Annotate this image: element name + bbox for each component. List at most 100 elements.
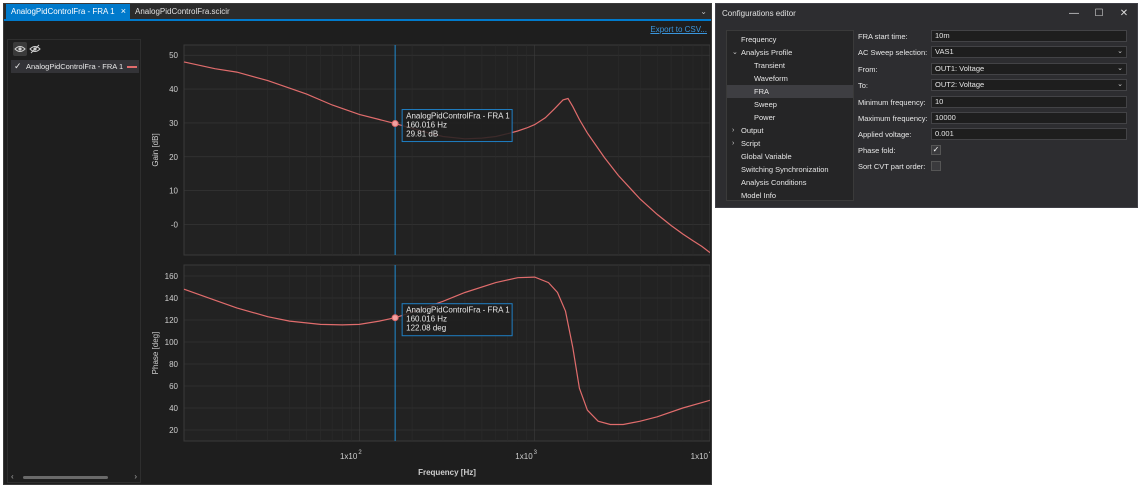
gain-tooltip-x: 160.016 Hz [406,121,447,130]
tab-fra-result[interactable]: AnalogPidControlFra - FRA 1 × [6,4,130,19]
document-tab-bar: AnalogPidControlFra - FRA 1 × AnalogPidC… [4,4,711,21]
tab-circuit-file[interactable]: AnalogPidControlFra.scicir [130,4,235,19]
tree-item-sweep[interactable]: Sweep [727,98,853,111]
gain-ytick-label: 50 [169,51,178,60]
tree-item-label: Output [741,126,764,135]
phase-tooltip-title: AnalogPidControlFra - FRA 1 [406,306,510,315]
tree-item-frequency[interactable]: Frequency [727,33,853,46]
legend-item[interactable]: ✓ AnalogPidControlFra - FRA 1 [11,60,139,73]
gain-plot-area[interactable] [183,44,710,256]
tab-overflow-icon[interactable]: ⌄ [700,4,707,19]
horizontal-scrollbar[interactable]: ‹ › [8,472,140,482]
tree-item-label: FRA [754,87,769,96]
select-value: OUT1: Voltage [935,64,985,73]
tree-item-label: Global Variable [741,152,792,161]
tree-item-waveform[interactable]: Waveform [727,72,853,85]
tree-item-global-variable[interactable]: Global Variable [727,150,853,163]
check-icon[interactable]: ✓ [14,62,23,71]
gain-ytick-label: -0 [171,221,179,230]
tab-label: AnalogPidControlFra - FRA 1 [11,7,115,16]
tree-item-label: Switching Synchronization [741,165,829,174]
tree-item-output[interactable]: › Output [727,124,853,137]
eye-icon[interactable] [13,42,27,56]
phase-fold-label: Phase fold: [858,146,896,155]
tree-item-label: Waveform [754,74,788,83]
phase-xtick-label: 1x10 [515,452,533,461]
select-value: VAS1 [935,47,954,56]
tree-item-power[interactable]: Power [727,111,853,124]
maximize-icon[interactable]: ☐ [1092,7,1106,21]
max-frequency-input[interactable]: 10000 [931,112,1127,124]
phase-ytick-label: 20 [169,426,178,435]
phase-ytick-label: 60 [169,382,178,391]
tree-item-label: Power [754,113,776,122]
tree-item-analysis-conditions[interactable]: Analysis Conditions [727,176,853,189]
tab-label: AnalogPidControlFra.scicir [135,7,230,16]
tree-item-switching-synchronization[interactable]: Switching Synchronization [727,163,853,176]
tree-item-script[interactable]: › Script [727,137,853,150]
chevron-right-icon[interactable]: › [732,124,734,137]
phase-ytick-label: 160 [165,272,179,281]
configurations-editor-window: Configurations editor — ☐ ✕ Frequency ⌄ An… [715,3,1138,208]
chevron-down-icon: ⌄ [1117,48,1123,55]
tree-item-analysis-profile[interactable]: ⌄ Analysis Profile [727,46,853,59]
phase-cursor-marker[interactable] [391,314,399,322]
sort-cvt-label: Sort CVT part order: [858,162,926,171]
series-legend-panel: ✓ AnalogPidControlFra - FRA 1 ‹ › [7,39,141,483]
gain-tooltip-title: AnalogPidControlFra - FRA 1 [406,112,510,121]
phase-xaxis-label: Frequency [Hz] [418,468,476,477]
export-csv-link[interactable]: Export to CSV... [650,25,707,34]
close-icon[interactable]: × [121,4,126,19]
close-icon[interactable]: ✕ [1117,7,1131,21]
min-frequency-label: Minimum frequency: [858,98,926,107]
phase-ytick-label: 120 [165,316,179,325]
applied-voltage-input[interactable]: 0.001 [931,128,1127,140]
window-title: Configurations editor [722,9,796,18]
title-bar: Configurations editor — ☐ ✕ [716,4,1137,24]
tree-item-label: Transient [754,61,785,70]
tree-item-model-info[interactable]: Model Info [727,189,853,202]
max-frequency-label: Maximum frequency: [858,114,928,123]
chevron-down-icon: ⌄ [1117,81,1123,88]
bode-plot[interactable]: -0 10 20 30 40 50 Gain [dB] AnalogPidControlFra… [144,39,710,483]
tree-item-transient[interactable]: Transient [727,59,853,72]
scroll-left-icon[interactable]: ‹ [11,472,14,482]
min-frequency-input[interactable]: 10 [931,96,1127,108]
to-select[interactable]: OUT2: Voltage ⌄ [931,79,1127,91]
gain-ytick-label: 20 [169,153,178,162]
phase-plot-area[interactable] [183,264,710,442]
fra-start-time-input[interactable]: 10m [931,30,1127,42]
gain-cursor-marker[interactable] [391,120,399,128]
from-label: From: [858,65,878,74]
tree-item-fra[interactable]: FRA [727,85,853,98]
phase-xtick-exponent: 2 [358,450,362,456]
scrollbar-thumb[interactable] [23,476,108,479]
scroll-right-icon[interactable]: › [134,472,137,482]
eye-off-icon[interactable] [28,42,42,56]
ac-sweep-selection-label: AC Sweep selection: [858,48,928,57]
phase-fold-checkbox[interactable]: ✓ [931,145,941,155]
ac-sweep-selection-select[interactable]: VAS1 ⌄ [931,46,1127,58]
from-select[interactable]: OUT1: Voltage ⌄ [931,63,1127,75]
select-value: OUT2: Voltage [935,80,985,89]
gain-ytick-label: 10 [169,187,178,196]
minimize-icon[interactable]: — [1067,7,1081,21]
phase-tooltip-y: 122.08 deg [406,324,446,333]
tree-item-label: Sweep [754,100,777,109]
phase-ytick-label: 140 [165,294,179,303]
phase-axis-label: Phase [deg] [151,332,160,375]
phase-ytick-label: 40 [169,404,178,413]
to-label: To: [858,81,869,90]
fra-start-time-label: FRA start time: [858,32,908,41]
gain-ytick-label: 30 [169,119,178,128]
phase-tooltip-x: 160.016 Hz [406,315,447,324]
tree-item-label: Analysis Profile [741,48,793,57]
chevron-down-icon[interactable]: ⌄ [732,46,738,59]
sort-cvt-checkbox[interactable] [931,161,941,171]
gain-tooltip-y: 29.81 dB [406,130,438,139]
legend-toolbar [8,42,140,56]
gain-axis-label: Gain [dB] [151,133,160,166]
chevron-right-icon[interactable]: › [732,137,734,150]
legend-color-swatch [127,66,137,68]
settings-tree: Frequency ⌄ Analysis Profile Transient Wavef… [726,30,854,201]
